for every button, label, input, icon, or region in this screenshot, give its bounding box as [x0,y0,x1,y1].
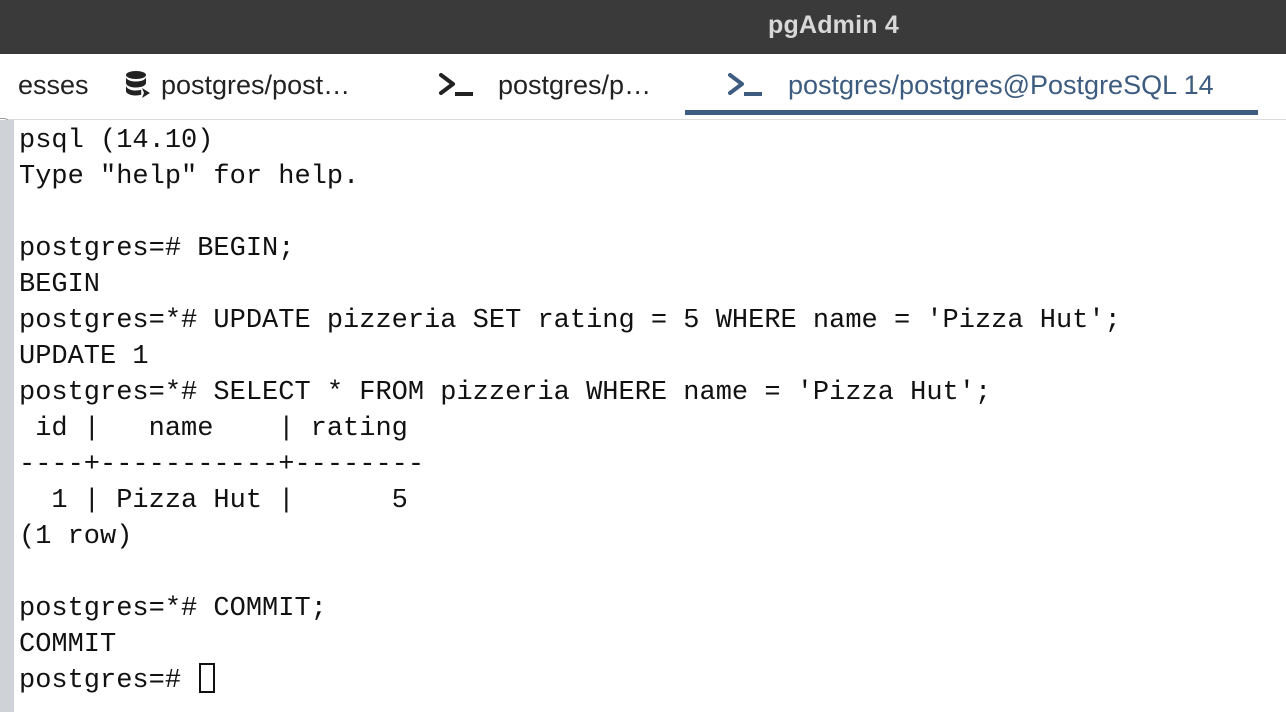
tab-psql-2-label: postgres/postgres@PostgreSQL 14 [788,70,1214,100]
terminal-prompt-line[interactable]: postgres=# [19,663,216,699]
database-icon [124,68,152,109]
terminal-line: COMMIT [19,630,117,660]
result-separator-row: ----+-----------+-------- [19,450,425,480]
terminal-line: postgres=# BEGIN; [19,234,295,264]
terminal-line: BEGIN [19,270,101,300]
terminal-line: postgres=*# SELECT * FROM pizzeria WHERE… [19,378,992,408]
result-header-row: id | name | rating [19,414,408,444]
psql-terminal[interactable]: psql (14.10) Type "help" for help. postg… [19,120,1286,712]
terminal-prompt-icon [438,68,476,109]
window-title: pgAdmin 4 [768,11,899,39]
terminal-line: psql (14.10) [19,126,214,156]
terminal-line: Type "help" for help. [19,162,360,192]
tab-psql-1-label: postgres/p… [498,70,652,100]
terminal-prompt: postgres=# [19,666,198,696]
result-row-count: (1 row) [19,522,133,552]
left-rail-gap [14,120,18,712]
left-panel-rail [0,120,14,712]
terminal-line: UPDATE 1 [19,342,149,372]
terminal-prompt-icon [727,68,765,109]
terminal-line: postgres=*# COMMIT; [19,594,327,624]
title-bar: pgAdmin 4 [0,0,1286,54]
terminal-line: postgres=*# UPDATE pizzeria SET rating =… [19,306,1121,336]
result-data-row: 1 | Pizza Hut | 5 [19,486,408,516]
terminal-cursor [199,663,216,693]
tab-query-tool-label: postgres/post… [161,70,351,100]
tab-bar: esses postgres/post… postgres/p… postgre… [0,54,1286,162]
active-tab-indicator [685,110,1258,115]
tab-processes-label: esses [18,70,89,100]
